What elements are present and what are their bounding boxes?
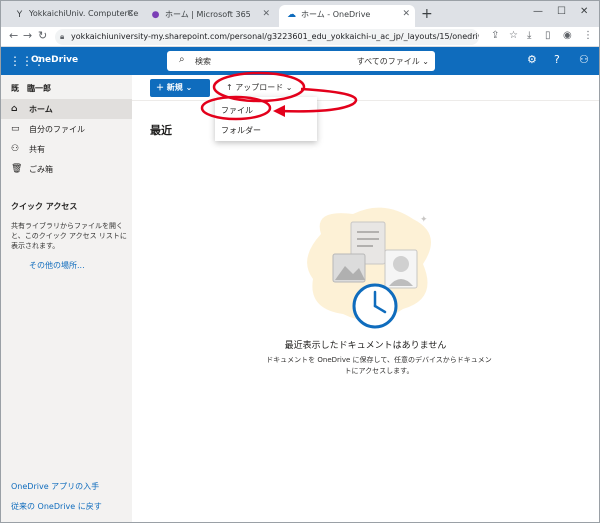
browser-tab-m365[interactable]: ● ホーム | Microsoft 365 ✕ [143,5,275,27]
onedrive-suite-bar: ⋮⋮⋮ OneDrive ⌕ 検索 すべてのファイル ⌄ ⚙ ? ⚇ [1,47,599,75]
account-icon[interactable]: ⚇ [579,53,589,66]
chevron-down-icon: ⌄ [285,83,293,92]
folder-icon: ▭ [11,124,20,134]
search-icon: ⌕ [179,54,185,65]
tab-title: YokkaichiUniv. ComputerCenter | [29,9,139,18]
url-field[interactable]: 🔒︎ yokkaichiuniversity-my.sharepoint.com… [55,29,479,45]
upload-menu-item-file[interactable]: ファイル [215,99,317,119]
svg-text:✦: ✦ [420,215,428,225]
tab-title: ホーム - OneDrive [301,10,371,19]
upload-menu-item-folder[interactable]: フォルダー [215,119,317,139]
get-app-link[interactable]: OneDrive アプリの入手 [11,481,99,492]
classic-onedrive-link[interactable]: 従来の OneDrive に戻す [11,501,102,512]
close-icon[interactable]: ✕ [402,9,410,19]
upload-button-label: アップロード [235,83,284,92]
browser-menu-icon[interactable]: ⋮ [583,30,593,41]
home-icon: ⌂ [11,104,18,114]
trash-icon: 🗑︎ [11,164,23,174]
close-icon[interactable]: ✕ [262,9,270,19]
address-bar: ← → ↻ 🔒︎ yokkaichiuniversity-my.sharepoi… [1,27,599,47]
search-scope-label: すべてのファイル [356,57,420,66]
empty-state-title: 最近表示したドキュメントはありません [284,341,447,351]
new-tab-icon[interactable]: + [421,6,433,22]
bookmark-star-icon[interactable]: ☆ [509,30,518,41]
browser-window: Y YokkaichiUniv. ComputerCenter | ✕ ● ホー… [0,0,600,523]
empty-state-illustration: ✦ [307,207,431,329]
share-page-icon[interactable]: ⇪ [491,30,499,41]
nav-item-recycle-bin[interactable]: 🗑︎ ごみ箱 [1,159,132,179]
minimize-icon[interactable]: — [533,6,543,17]
command-bar: ＋ 新規 ⌄ ↑ アップロード ⌄ [132,75,599,101]
new-button-label: 新規 [166,83,183,92]
empty-state-description: ドキュメントを OneDrive に保存して、任意のデバイスからドキュメントにア… [266,356,492,375]
nav-item-label: 共有 [29,145,45,154]
plus-icon: ＋ [156,83,164,92]
upload-menu: ファイル フォルダー [215,97,317,141]
m365-favicon-icon: ● [151,10,160,20]
maximize-icon[interactable]: ☐ [557,6,566,17]
search-input[interactable]: ⌕ 検索 すべてのファイル ⌄ [167,51,435,71]
share-icon: ⚇ [11,144,20,154]
new-button[interactable]: ＋ 新規 ⌄ [150,79,210,97]
nav-item-my-files[interactable]: ▭ 自分のファイル [1,119,132,139]
back-icon[interactable]: ← [9,29,18,42]
user-name: 既 臨一郎 [11,84,51,93]
browser-tab-strip: Y YokkaichiUniv. ComputerCenter | ✕ ● ホー… [1,1,599,27]
search-placeholder: 検索 [195,57,211,66]
left-navigation: 既 臨一郎 ⌂ ホーム ▭ 自分のファイル ⚇ 共有 🗑︎ ごみ箱 クイック ア… [1,75,132,522]
nav-item-label: ホーム [29,105,53,114]
settings-icon[interactable]: ⚙ [527,53,537,66]
browser-tab-onedrive[interactable]: ☁ ホーム - OneDrive ✕ [279,5,415,27]
nav-item-home[interactable]: ⌂ ホーム [1,99,132,119]
window-close-icon[interactable]: ✕ [580,6,588,17]
browser-tab-computer-center[interactable]: Y YokkaichiUniv. ComputerCenter | ✕ [7,5,139,27]
page-title: 最近 [150,124,172,137]
nav-item-label: ごみ箱 [29,165,53,174]
close-icon[interactable]: ✕ [126,9,134,19]
yokkaichi-favicon-icon: Y [16,10,23,20]
tab-title: ホーム | Microsoft 365 [165,10,251,19]
quick-access-title: クイック アクセス [11,202,78,211]
nav-item-label: 自分のファイル [29,125,85,134]
chevron-down-icon: ⌄ [185,83,193,92]
app-name[interactable]: OneDrive [31,55,78,65]
lock-icon: 🔒︎ [60,32,65,41]
upload-arrow-icon: ↑ [226,83,233,92]
forward-icon[interactable]: → [23,29,32,42]
upload-button[interactable]: ↑ アップロード ⌄ [222,79,294,97]
sidepanel-icon[interactable]: ▯ [545,30,551,41]
profile-icon[interactable]: ◉ [563,30,572,41]
quick-access-description: 共有ライブラリからファイルを開くと、このクイック アクセス リストに表示されます… [11,222,127,250]
url-text: yokkaichiuniversity-my.sharepoint.com/pe… [71,32,479,41]
other-places-link[interactable]: その他の場所... [29,260,85,271]
onedrive-favicon-icon: ☁ [287,10,296,20]
help-icon[interactable]: ? [554,53,560,66]
download-icon[interactable]: ⤓ [527,30,531,41]
reload-icon[interactable]: ↻ [38,29,47,42]
nav-item-shared[interactable]: ⚇ 共有 [1,139,132,159]
search-scope-dropdown[interactable]: すべてのファイル ⌄ [357,56,429,67]
